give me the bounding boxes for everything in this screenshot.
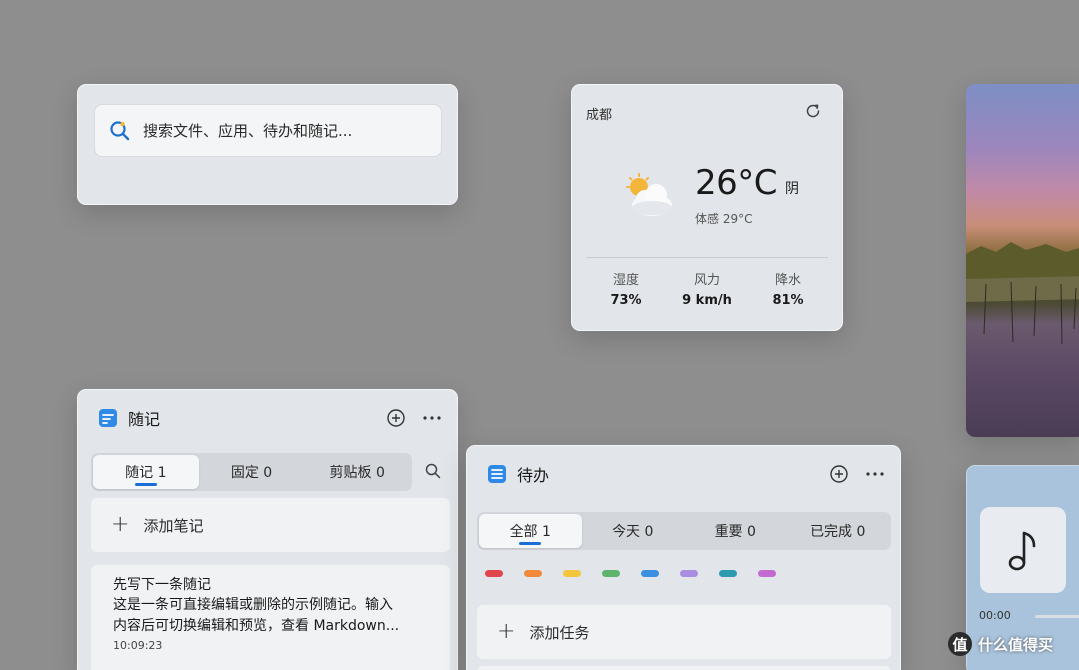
weather-stat-wind: 风力 9 km/h [667, 269, 747, 308]
music-note-icon [1008, 531, 1036, 571]
add-note-button[interactable]: + 添加笔记 [91, 498, 450, 552]
notes-header: 随记 [98, 407, 443, 429]
todo-icon [488, 465, 506, 483]
color-dot[interactable] [485, 570, 503, 577]
search-widget: 搜索文件、应用、待办和随记... [77, 84, 458, 205]
progress-slider[interactable] [1035, 615, 1079, 618]
tab-pinned[interactable]: 固定 0 [199, 455, 305, 489]
todo-tabs: 全部 1 今天 0 重要 0 已完成 0 [477, 512, 891, 550]
weather-temperature: 26°C [695, 163, 778, 203]
note-body: 内容后可切换编辑和预览，查看 Markdown... [113, 618, 400, 634]
search-input[interactable]: 搜索文件、应用、待办和随记... [94, 104, 442, 157]
list-item[interactable]: 先写下一条随记 这是一条可直接编辑或删除的示例随记。输入 内容后可切换编辑和预览… [91, 565, 450, 670]
weather-feels-like: 体感 29°C [695, 212, 753, 226]
stat-value: 73% [610, 293, 642, 308]
weather-stat-precipitation: 降水 81% [748, 269, 828, 308]
color-dot[interactable] [563, 570, 581, 577]
stat-label: 湿度 [612, 273, 639, 288]
watermark-badge: 值 [948, 632, 972, 656]
weather-stats: 湿度 73% 风力 9 km/h 降水 81% [586, 269, 828, 308]
divider [586, 257, 828, 258]
weather-condition: 阴 [785, 181, 799, 197]
stat-label: 降水 [774, 273, 801, 288]
stat-value: 9 km/h [682, 293, 732, 308]
add-circle-icon[interactable] [385, 407, 407, 429]
watermark: 值 什么值得买 [948, 632, 1053, 656]
notes-tabs: 随记 1 固定 0 剪贴板 0 [91, 453, 412, 491]
tab-all[interactable]: 全部 1 [479, 514, 582, 548]
weather-stat-humidity: 湿度 73% [586, 269, 666, 308]
landscape-photo [966, 242, 1079, 345]
more-icon[interactable] [421, 407, 443, 429]
tab-clipboard[interactable]: 剪贴板 0 [304, 455, 410, 489]
color-dot[interactable] [524, 570, 542, 577]
cloudy-sun-icon [622, 173, 676, 223]
color-dot[interactable] [719, 570, 737, 577]
notes-icon [99, 409, 117, 427]
plus-icon: + [497, 619, 516, 644]
color-filter [485, 570, 797, 577]
note-time: 10:09:23 [113, 639, 163, 652]
tab-completed[interactable]: 已完成 0 [787, 514, 890, 548]
stat-value: 81% [772, 293, 804, 308]
add-task-label: 添加任务 [529, 623, 590, 642]
todo-header: 待办 [487, 463, 886, 485]
playback-time: 00:00 [979, 609, 1011, 622]
color-dot[interactable] [641, 570, 659, 577]
color-dot[interactable] [758, 570, 776, 577]
photo-widget[interactable] [966, 84, 1079, 437]
note-title: 先写下一条随记 [113, 577, 211, 593]
notes-widget: 随记 随记 1 固定 0 剪贴板 0 + 添加笔记 先写下一条随记 这是一条可直… [77, 389, 458, 670]
add-circle-icon[interactable] [828, 463, 850, 485]
note-body: 这是一条可直接编辑或删除的示例随记。输入 [113, 597, 393, 613]
watermark-text: 什么值得买 [978, 635, 1054, 654]
list-item[interactable] [477, 666, 891, 670]
add-note-label: 添加笔记 [143, 516, 204, 535]
tab-important[interactable]: 重要 0 [684, 514, 787, 548]
album-art[interactable] [980, 507, 1066, 593]
weather-city: 成都 [586, 108, 613, 123]
todo-title: 待办 [517, 466, 550, 485]
search-placeholder: 搜索文件、应用、待办和随记... [143, 122, 353, 140]
todo-widget: 待办 全部 1 今天 0 重要 0 已完成 0 + 添加任务 [466, 445, 901, 670]
color-dot[interactable] [680, 570, 698, 577]
weather-widget: 成都 26°C 阴 体感 29°C 湿度 73% 风力 9 km/h 降水 81… [571, 84, 843, 331]
tab-notes[interactable]: 随记 1 [93, 455, 199, 489]
search-icon[interactable] [424, 462, 442, 484]
notes-title: 随记 [128, 410, 161, 429]
color-dot[interactable] [602, 570, 620, 577]
stat-label: 风力 [693, 273, 720, 288]
refresh-icon[interactable] [804, 102, 822, 124]
search-icon [110, 120, 130, 140]
more-icon[interactable] [864, 463, 886, 485]
plus-icon: + [111, 512, 130, 537]
tab-today[interactable]: 今天 0 [582, 514, 685, 548]
add-task-button[interactable]: + 添加任务 [477, 605, 891, 659]
